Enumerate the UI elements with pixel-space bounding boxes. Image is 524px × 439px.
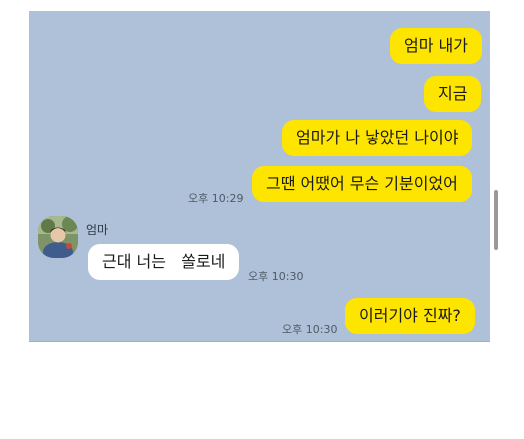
sender-avatar[interactable] xyxy=(38,216,78,258)
message-timestamp: 오후 10:29 xyxy=(188,192,244,205)
message-bubble-sent[interactable]: 지금 xyxy=(424,76,482,112)
message-bubble-sent[interactable]: 그땐 어땠어 무슨 기분이었어 xyxy=(252,166,472,202)
scrollbar[interactable] xyxy=(494,190,498,250)
message-timestamp: 오후 10:30 xyxy=(282,323,338,336)
message-timestamp: 오후 10:30 xyxy=(248,270,304,283)
message-bubble-sent[interactable]: 이러기야 진짜? xyxy=(345,298,475,334)
message-bubble-sent[interactable]: 엄마가 나 낳았던 나이야 xyxy=(282,120,473,156)
avatar-photo-icon xyxy=(38,216,78,258)
message-bubble-received[interactable]: 근대 너는 쏠로네 xyxy=(88,244,240,280)
sender-name: 엄마 xyxy=(86,223,109,237)
message-bubble-sent[interactable]: 엄마 내가 xyxy=(390,28,482,64)
